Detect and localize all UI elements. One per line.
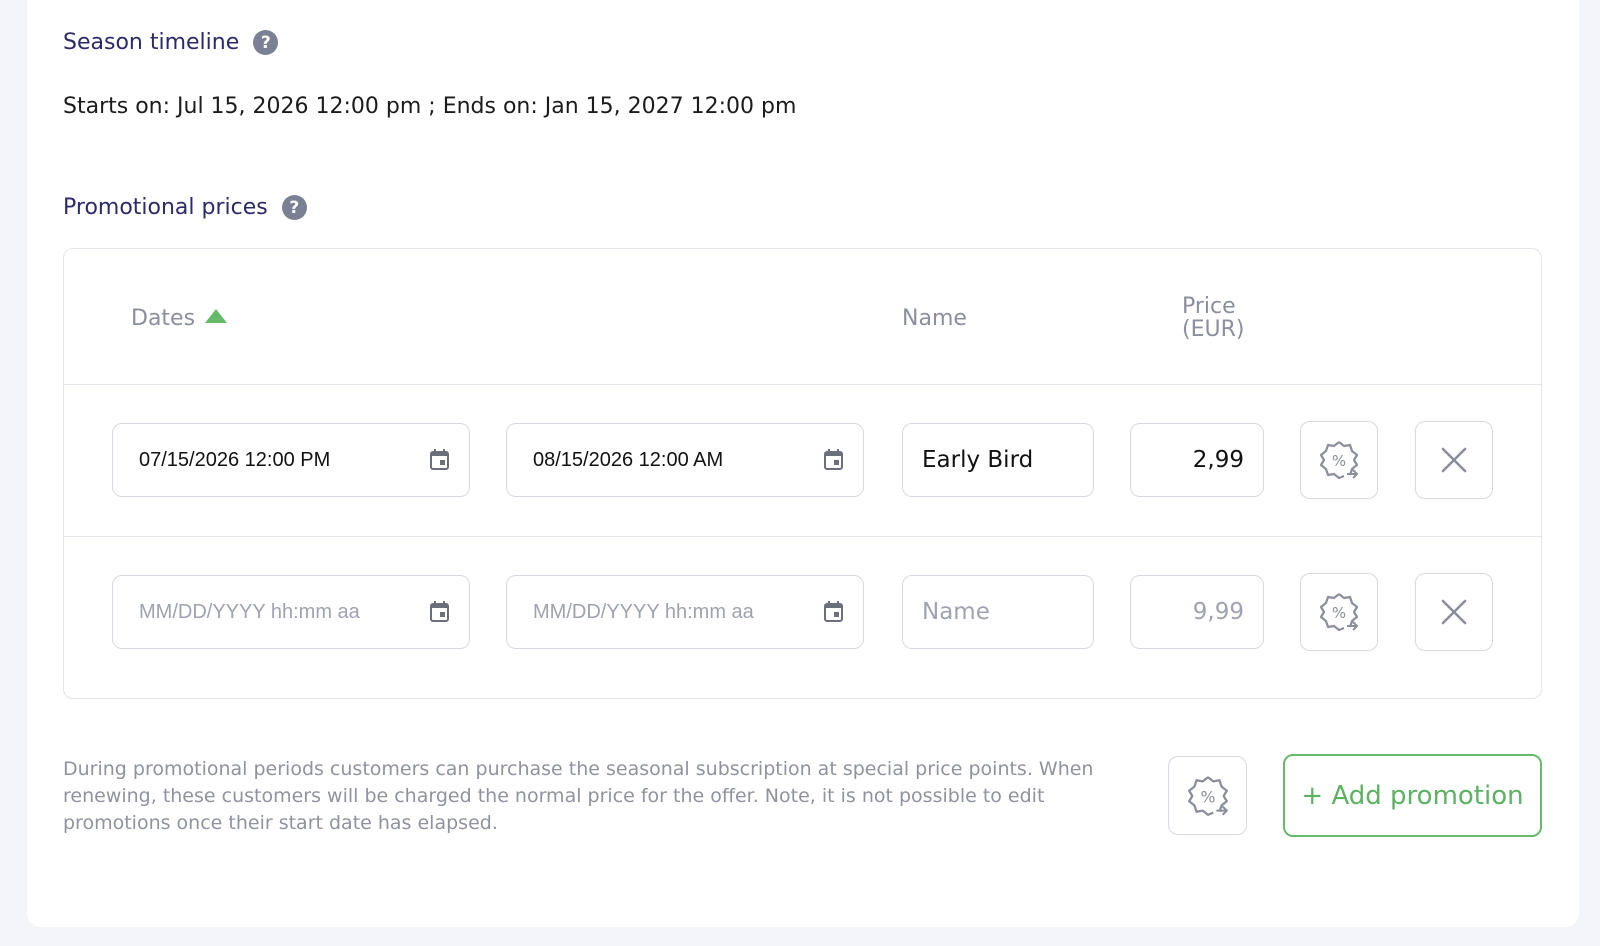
column-header-dates[interactable]: Dates xyxy=(131,306,228,331)
promotion-name-input[interactable]: Early Bird xyxy=(902,423,1094,497)
calendar-icon[interactable] xyxy=(430,449,449,470)
season-timeline-title: Season timeline xyxy=(63,30,240,55)
remove-promotion-button[interactable] xyxy=(1415,421,1493,499)
end-date-value: 08/15/2026 12:00 AM xyxy=(533,448,724,471)
column-header-price: Price (EUR) xyxy=(1182,294,1245,342)
discount-button[interactable]: % xyxy=(1168,756,1247,835)
close-icon xyxy=(1441,599,1467,625)
promotion-price-input[interactable]: 9,99 xyxy=(1130,575,1264,649)
calendar-icon[interactable] xyxy=(824,601,843,622)
promotion-price-input[interactable]: 2,99 xyxy=(1130,423,1264,497)
help-icon[interactable]: ? xyxy=(253,30,279,55)
end-date-input[interactable]: 08/15/2026 12:00 AM xyxy=(506,423,864,497)
season-timeline-heading: Season timeline ? xyxy=(63,30,279,55)
discount-button[interactable]: % xyxy=(1300,421,1378,499)
svg-text:%: % xyxy=(1332,452,1346,470)
svg-text:%: % xyxy=(1200,787,1215,806)
table-row: MM/DD/YYYY hh:mm aa MM/DD/YYYY hh:mm aa … xyxy=(64,537,1541,689)
start-date-value: 07/15/2026 12:00 PM xyxy=(139,448,331,471)
promotional-prices-title: Promotional prices xyxy=(63,195,268,220)
promotion-name-value: Early Bird xyxy=(922,447,1034,473)
table-header: Dates Name Price (EUR) xyxy=(64,249,1541,385)
svg-text:%: % xyxy=(1332,604,1346,622)
promotion-note: During promotional periods customers can… xyxy=(63,758,1094,834)
table-row: 07/15/2026 12:00 PM 08/15/2026 12:00 AM … xyxy=(64,385,1541,537)
discount-badge-icon: % xyxy=(1319,593,1359,632)
start-date-placeholder: MM/DD/YYYY hh:mm aa xyxy=(139,600,360,623)
close-icon xyxy=(1441,447,1467,473)
discount-badge-icon: % xyxy=(1319,441,1359,480)
promotions-table: Dates Name Price (EUR) 07/15/2026 12:00 … xyxy=(63,248,1542,699)
promotion-price-placeholder: 9,99 xyxy=(1192,599,1244,625)
sort-ascending-icon xyxy=(205,309,228,323)
calendar-icon[interactable] xyxy=(824,449,843,470)
discount-button[interactable]: % xyxy=(1300,573,1378,651)
column-header-name: Name xyxy=(902,306,967,331)
remove-promotion-button[interactable] xyxy=(1415,573,1493,651)
promotion-price-value: 2,99 xyxy=(1192,447,1244,473)
promotion-name-placeholder: Name xyxy=(922,599,990,625)
season-timeline-text: Starts on: Jul 15, 2026 12:00 pm ; Ends … xyxy=(63,94,797,119)
promotional-prices-heading: Promotional prices ? xyxy=(63,195,307,220)
start-date-input[interactable]: MM/DD/YYYY hh:mm aa xyxy=(112,575,470,649)
discount-badge-icon: % xyxy=(1187,775,1228,816)
start-date-input[interactable]: 07/15/2026 12:00 PM xyxy=(112,423,470,497)
end-date-input[interactable]: MM/DD/YYYY hh:mm aa xyxy=(506,575,864,649)
help-icon[interactable]: ? xyxy=(281,195,307,220)
column-header-dates-label: Dates xyxy=(131,306,196,331)
end-date-placeholder: MM/DD/YYYY hh:mm aa xyxy=(533,600,754,623)
calendar-icon[interactable] xyxy=(430,601,449,622)
promotion-name-input[interactable]: Name xyxy=(902,575,1094,649)
add-promotion-button[interactable]: + Add promotion xyxy=(1283,754,1542,837)
